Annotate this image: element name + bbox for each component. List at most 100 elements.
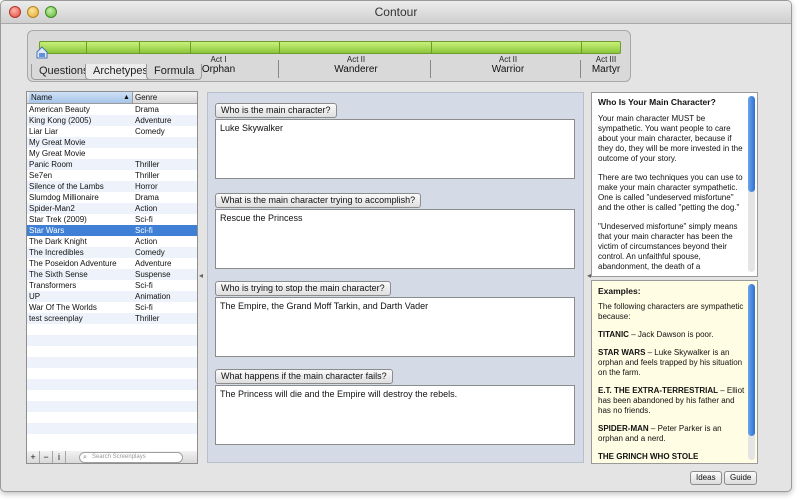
track-tick (581, 42, 582, 53)
table-row[interactable]: Liar Liar Comedy (27, 126, 197, 137)
answer-field[interactable]: Luke Skywalker (215, 119, 575, 179)
screenplay-name: American Beauty (29, 105, 90, 114)
example-film: SPIDER-MAN (598, 424, 649, 433)
example-film: STAR WARS (598, 348, 646, 357)
table-row[interactable]: test screenplay Thriller (27, 313, 197, 324)
empty-row (27, 423, 197, 434)
guide-text-panel: Who Is Your Main Character? Your main ch… (591, 92, 758, 277)
screenplay-name: Star Trek (2009) (29, 215, 87, 224)
table-row[interactable]: The Poseidon Adventure Adventure (27, 258, 197, 269)
screenplay-name: Slumdog Millionaire (29, 193, 99, 202)
structure-position-handle-icon[interactable] (36, 46, 48, 59)
title-bar: Contour (1, 1, 791, 24)
example-item: SPIDER-MAN – Peter Parker is an orphan a… (598, 424, 746, 444)
answer-field[interactable]: Rescue the Princess (215, 209, 575, 269)
act-warrior[interactable]: Act II Warrior (433, 55, 583, 77)
table-row[interactable]: My Great Movie (27, 137, 197, 148)
table-row[interactable]: The Dark Knight Action (27, 236, 197, 247)
table-row[interactable]: Se7en Thriller (27, 170, 197, 181)
table-row[interactable]: Slumdog Millionaire Drama (27, 192, 197, 203)
empty-row (27, 390, 197, 401)
screenplay-genre: Sci-fi (135, 215, 153, 224)
table-row[interactable]: King Kong (2005) Adventure (27, 115, 197, 126)
table-row[interactable]: American Beauty Drama (27, 104, 197, 115)
act-wanderer[interactable]: Act II Wanderer (281, 55, 431, 77)
answer-field[interactable]: The Empire, the Grand Moff Tarkin, and D… (215, 297, 575, 357)
screenplay-genre: Action (135, 204, 158, 213)
structure-track[interactable] (39, 41, 621, 54)
column-header-genre[interactable]: Genre (135, 92, 157, 103)
examples-intro: The following characters are sympathetic… (598, 302, 744, 321)
screenplay-name: Panic Room (29, 160, 73, 169)
guide-scrollbar[interactable] (748, 96, 755, 272)
screenplay-name: The Dark Knight (29, 237, 87, 246)
question-label[interactable]: Who is trying to stop the main character… (215, 281, 391, 296)
splitter-handle-icon[interactable]: ◂ (199, 271, 203, 280)
guide-title: Who Is Your Main Character? (598, 97, 716, 107)
table-row[interactable]: Transformers Sci-fi (27, 280, 197, 291)
act-name: Wanderer (334, 64, 378, 75)
guide-text: Who Is Your Main Character? Your main ch… (598, 97, 746, 276)
act-divider (278, 60, 279, 78)
remove-screenplay-button[interactable]: − (40, 451, 53, 463)
screenplay-name: Spider-Man2 (29, 204, 75, 213)
table-row[interactable]: UP Animation (27, 291, 197, 302)
screenplay-genre: Thriller (135, 171, 160, 180)
answer-field[interactable]: The Princess will die and the Empire wil… (215, 385, 575, 445)
table-row[interactable]: War Of The Worlds Sci-fi (27, 302, 197, 313)
example-item: E.T. THE EXTRA-TERRESTRIAL – Elliot has … (598, 386, 746, 416)
questions-panel: Who is the main character? Luke Skywalke… (207, 92, 584, 463)
app-window: Contour Questions Archetypes Formula Act… (0, 0, 792, 492)
column-header-name[interactable]: Name (29, 92, 133, 103)
screenplay-name: Silence of the Lambs (29, 182, 104, 191)
question-label[interactable]: Who is the main character? (215, 103, 337, 118)
screenplay-name: UP (29, 292, 41, 301)
table-row[interactable]: Panic Room Thriller (27, 159, 197, 170)
table-row[interactable]: Silence of the Lambs Horror (27, 181, 197, 192)
empty-row (27, 346, 197, 357)
table-row[interactable]: The Sixth Sense Suspense (27, 269, 197, 280)
table-row[interactable]: Star Wars Sci-fi (27, 225, 197, 236)
act-number: Act II (346, 55, 366, 64)
list-footer: + − i ⌕ Search Screenplays (26, 451, 198, 464)
column-header-label: Name (31, 93, 53, 102)
screenplay-name: test screenplay (29, 314, 83, 323)
screenplay-name: The Sixth Sense (29, 270, 88, 279)
screenplay-name: My Great Movie (29, 138, 86, 147)
search-placeholder: Search Screenplays (92, 454, 146, 460)
guide-button[interactable]: Guide (724, 471, 758, 485)
example-film: THE GRINCH WHO STOLE (598, 452, 699, 461)
act-martyr[interactable]: Act III Martyr (583, 55, 629, 77)
screenplay-info-button[interactable]: i (53, 451, 66, 463)
example-item: TITANIC – Jack Dawson is poor. (598, 330, 746, 340)
screenplay-genre: Horror (135, 182, 158, 191)
table-row[interactable]: The Incredibles Comedy (27, 247, 197, 258)
question-label[interactable]: What is the main character trying to acc… (215, 193, 422, 208)
act-divider (580, 60, 581, 78)
act-orphan[interactable]: Act I Orphan (171, 55, 266, 77)
scroll-thumb[interactable] (748, 96, 755, 192)
examples-scrollbar[interactable] (748, 284, 755, 460)
screenplay-name: The Incredibles (29, 248, 84, 257)
ideas-button[interactable]: Ideas (690, 471, 722, 485)
table-row[interactable]: My Great Movie (27, 148, 197, 159)
screenplay-name: The Poseidon Adventure (29, 259, 117, 268)
table-row[interactable]: Star Trek (2009) Sci-fi (27, 214, 197, 225)
guide-paragraph: "Undeserved misfortune" simply means tha… (598, 222, 738, 271)
window-title: Contour (374, 5, 418, 19)
screenplay-name: My Great Movie (29, 149, 86, 158)
table-row[interactable]: Spider-Man2 Action (27, 203, 197, 214)
act-number: Act III (595, 55, 617, 64)
examples-panel: Examples: The following characters are s… (591, 280, 758, 464)
screenplay-name: War Of The Worlds (29, 303, 97, 312)
act-name: Orphan (201, 64, 236, 75)
question-label[interactable]: What happens if the main character fails… (215, 369, 393, 384)
screenplay-genre: Sci-fi (135, 303, 153, 312)
list-body: American Beauty Drama King Kong (2005) Adve… (27, 104, 197, 434)
search-screenplays-input[interactable]: ⌕ Search Screenplays (79, 452, 183, 463)
examples-title: Examples: (598, 286, 641, 296)
screenplay-name: Transformers (29, 281, 77, 290)
add-screenplay-button[interactable]: + (27, 451, 40, 463)
scroll-thumb[interactable] (748, 284, 755, 436)
screenplay-genre: Thriller (135, 314, 160, 323)
